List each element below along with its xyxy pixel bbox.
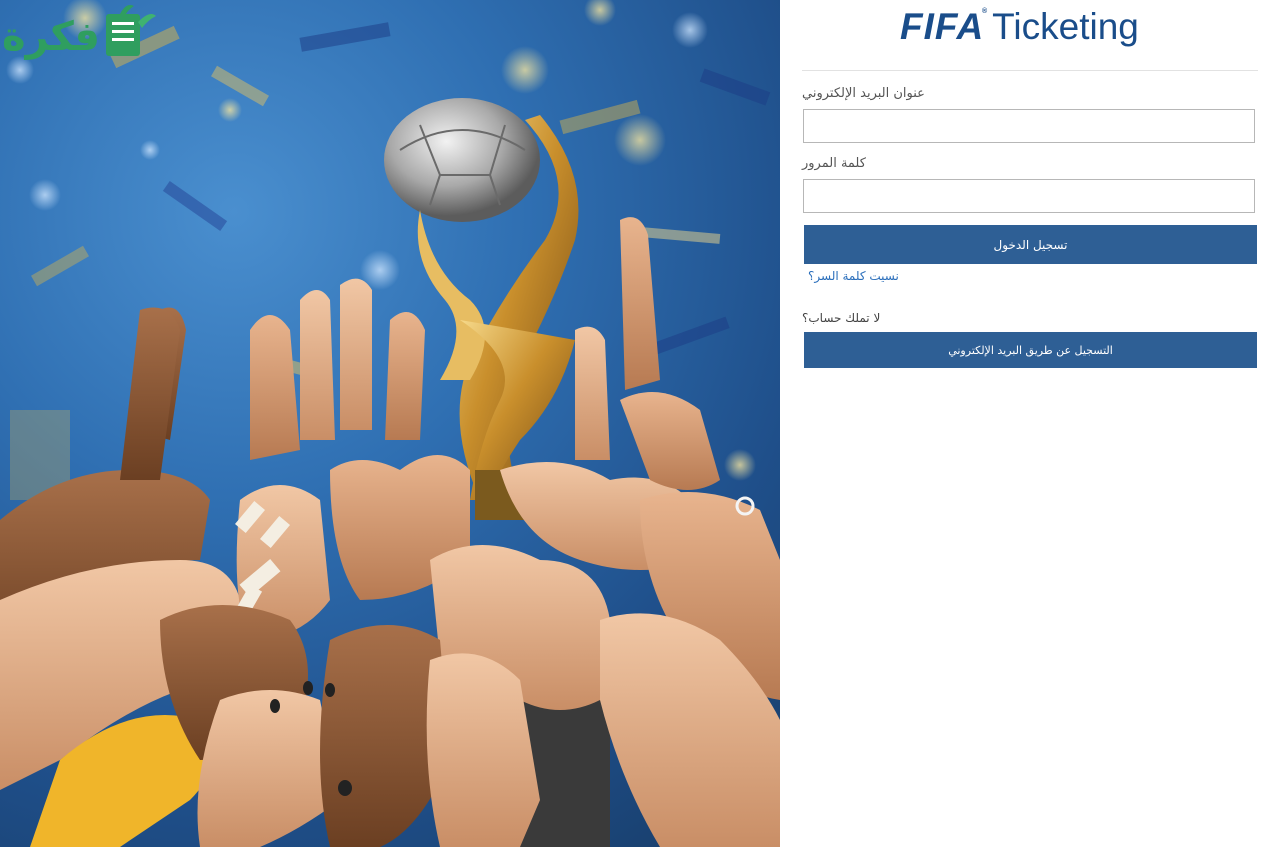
register-email-button[interactable]: التسجيل عن طريق البريد الإلكتروني: [804, 332, 1257, 368]
book-icon: [106, 5, 156, 56]
watermark-text: فكرة: [2, 14, 100, 60]
no-account-prompt: لا تملك حساب؟: [802, 311, 881, 325]
password-field[interactable]: [803, 179, 1255, 213]
login-page: فكرة FIFA ® Ticketing عنوان البريد الإلكت…: [0, 0, 1268, 847]
password-label: كلمة المرور: [802, 156, 866, 171]
raised-hands-back: [135, 217, 660, 460]
hero-image: فكرة: [0, 0, 780, 847]
email-field[interactable]: [803, 109, 1255, 143]
login-panel: FIFA ® Ticketing عنوان البريد الإلكتروني …: [780, 0, 1268, 847]
email-label: عنوان البريد الإلكتروني: [802, 86, 925, 101]
fifa-ticketing-logo: FIFA ® Ticketing: [900, 6, 1160, 48]
trophy-celebration-illustration: [0, 0, 780, 847]
header-divider: [802, 70, 1258, 71]
logo-ticketing-word: Ticketing: [992, 6, 1139, 47]
site-watermark-logo: فكرة: [2, 5, 156, 60]
forgot-password-link[interactable]: نسيت كلمة السر؟: [808, 269, 899, 283]
logo-fifa-word: FIFA ®: [900, 6, 989, 47]
login-button[interactable]: تسجيل الدخول: [804, 225, 1257, 264]
